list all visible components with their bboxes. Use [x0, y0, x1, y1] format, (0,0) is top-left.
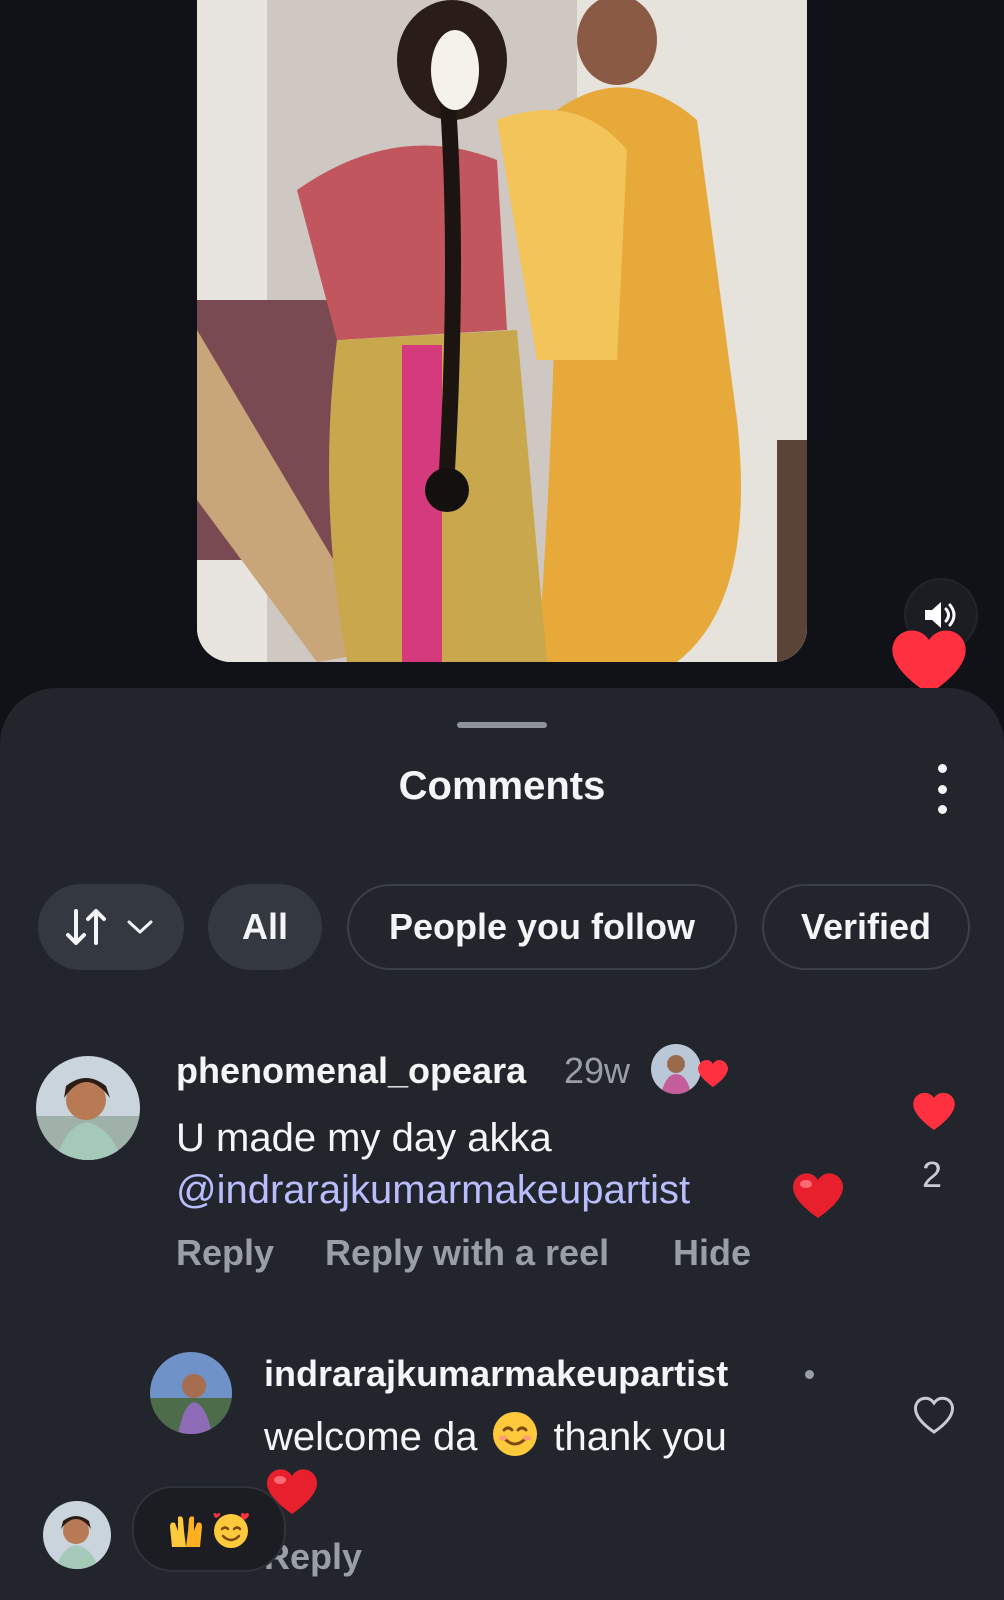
creator-like-avatar: [651, 1044, 701, 1094]
like-heart-filled-icon[interactable]: [911, 1090, 957, 1132]
reply-text-part: welcome da: [264, 1415, 478, 1459]
raising-hands-emoji-icon[interactable]: [166, 1509, 206, 1549]
comment-mention-link[interactable]: @indrarajkumarmakeupartist: [176, 1164, 690, 1216]
comment-text: U made my day akka: [176, 1116, 552, 1160]
avatar[interactable]: [36, 1056, 140, 1160]
separator-dot: [805, 1370, 814, 1379]
video-frame: [197, 0, 807, 662]
filter-all[interactable]: All: [208, 884, 322, 970]
floating-heart-icon: [892, 630, 966, 694]
smiling-face-with-hearts-emoji-icon[interactable]: [210, 1508, 252, 1550]
filter-verified[interactable]: Verified: [762, 884, 970, 970]
reply-with-reel-button[interactable]: Reply with a reel: [325, 1232, 609, 1274]
sheet-title: Comments: [398, 764, 606, 808]
smiling-face-emoji-icon: [493, 1412, 538, 1456]
drag-handle[interactable]: [457, 722, 547, 728]
like-heart-outline-icon[interactable]: [911, 1394, 957, 1436]
reply-username[interactable]: indrarajkumarmakeupartist: [264, 1353, 728, 1395]
sort-arrows-icon: [66, 909, 106, 945]
comment-time: 29w: [564, 1050, 631, 1091]
reply-button[interactable]: Reply: [176, 1232, 274, 1274]
sort-button[interactable]: [38, 884, 184, 970]
reel-video[interactable]: [197, 0, 807, 662]
quick-reactions-bar[interactable]: [132, 1486, 286, 1572]
hide-button[interactable]: Hide: [673, 1232, 751, 1274]
comment-username[interactable]: phenomenal_opeara: [176, 1050, 526, 1092]
filter-people-you-follow[interactable]: People you follow: [347, 884, 737, 970]
like-count: 2: [922, 1154, 943, 1195]
avatar[interactable]: [150, 1352, 232, 1434]
reply-text-part: thank you: [553, 1415, 727, 1459]
more-options-icon[interactable]: [930, 764, 954, 814]
current-user-avatar: [43, 1501, 111, 1569]
red-heart-emoji-icon: [793, 1173, 843, 1218]
chevron-down-icon: [127, 920, 153, 934]
creator-liked-heart-icon: [698, 1059, 728, 1087]
reply-text: welcome da thank you: [264, 1410, 727, 1463]
